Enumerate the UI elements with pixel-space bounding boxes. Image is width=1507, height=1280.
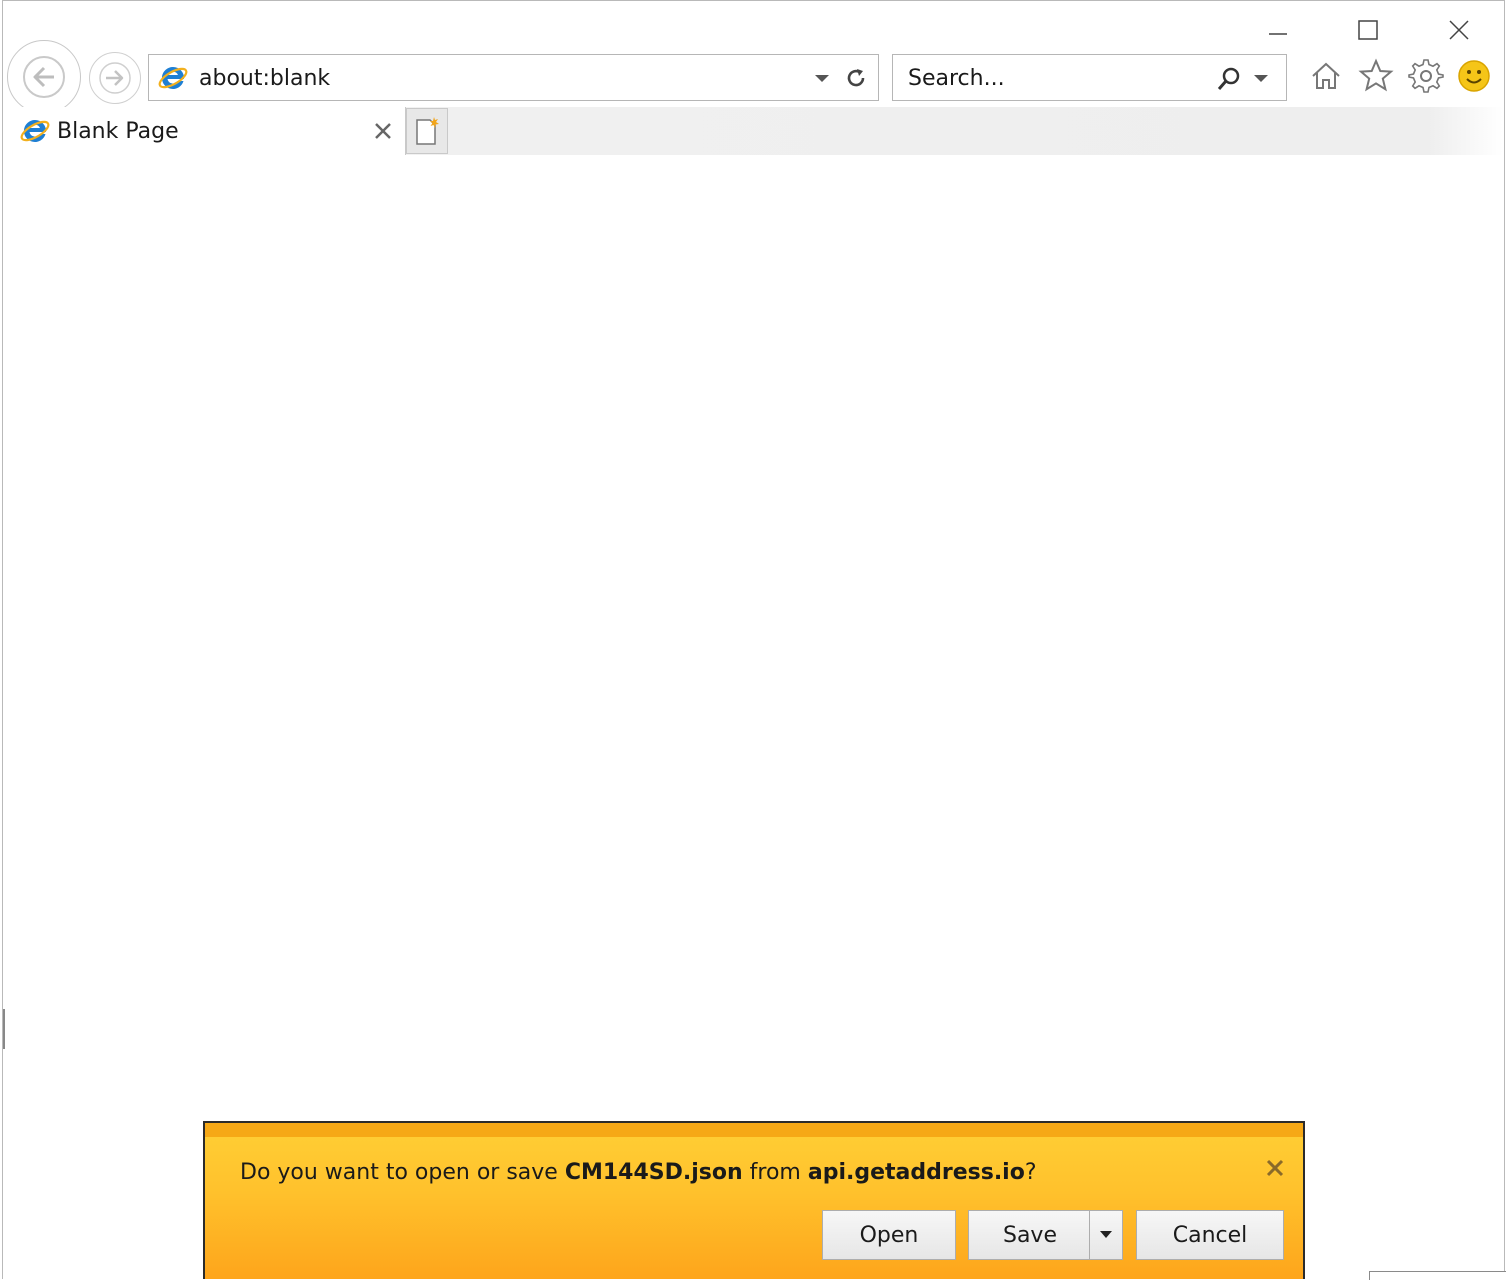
file-name: CM144SD.json [564, 1160, 743, 1185]
refresh-icon[interactable] [843, 65, 869, 91]
ie-logo-icon [158, 66, 188, 89]
close-tab-icon[interactable] [373, 121, 393, 141]
download-notification-bar: Do you want to open or save CM144SD.json… [203, 1121, 1305, 1279]
save-button[interactable]: Save [968, 1210, 1092, 1260]
feedback-smiley-icon [1458, 60, 1490, 92]
minimize-icon [1269, 33, 1287, 35]
favorites-star-icon [1358, 58, 1394, 92]
search-icon[interactable] [1215, 65, 1243, 93]
home-button[interactable] [1306, 56, 1346, 96]
feedback-button[interactable] [1454, 56, 1494, 96]
notification-message: Do you want to open or save CM144SD.json… [240, 1160, 1037, 1185]
maximize-button[interactable] [1345, 13, 1391, 47]
save-options-dropdown[interactable] [1089, 1210, 1123, 1260]
back-button[interactable] [7, 40, 81, 114]
back-arrow-icon [23, 56, 65, 98]
maximize-icon [1358, 20, 1378, 40]
tab-title: Blank Page [57, 119, 179, 144]
ie-logo-icon [20, 119, 50, 142]
address-dropdown-icon[interactable] [814, 73, 830, 85]
close-icon [1449, 20, 1469, 40]
address-bar[interactable]: about:blank [148, 54, 879, 101]
window-edge [3, 1009, 5, 1049]
new-tab-icon [416, 117, 439, 145]
notification-top-stripe [205, 1123, 1303, 1137]
search-dropdown-icon[interactable] [1253, 73, 1269, 85]
new-tab-button[interactable] [406, 108, 448, 154]
search-box[interactable]: Search... [892, 54, 1287, 101]
forward-button[interactable] [89, 52, 141, 104]
forward-arrow-icon [99, 62, 131, 94]
chevron-down-icon [1100, 1231, 1112, 1238]
close-window-button[interactable] [1436, 13, 1482, 47]
tab-blank-page[interactable]: Blank Page [7, 107, 406, 155]
favorites-button[interactable] [1356, 56, 1396, 96]
settings-button[interactable] [1406, 56, 1446, 96]
browser-window: about:blank Search... Blank Page [2, 0, 1505, 1279]
tab-strip: Blank Page [7, 107, 1503, 155]
open-button[interactable]: Open [822, 1210, 956, 1260]
source-domain: api.getaddress.io [807, 1160, 1025, 1185]
home-icon [1312, 62, 1340, 89]
settings-gear-icon [1408, 59, 1444, 93]
search-input[interactable]: Search... [908, 66, 1005, 91]
notification-close-icon[interactable] [1263, 1156, 1287, 1180]
cancel-button[interactable]: Cancel [1136, 1210, 1284, 1260]
address-text[interactable]: about:blank [199, 66, 330, 91]
minimize-button[interactable] [1255, 13, 1301, 47]
